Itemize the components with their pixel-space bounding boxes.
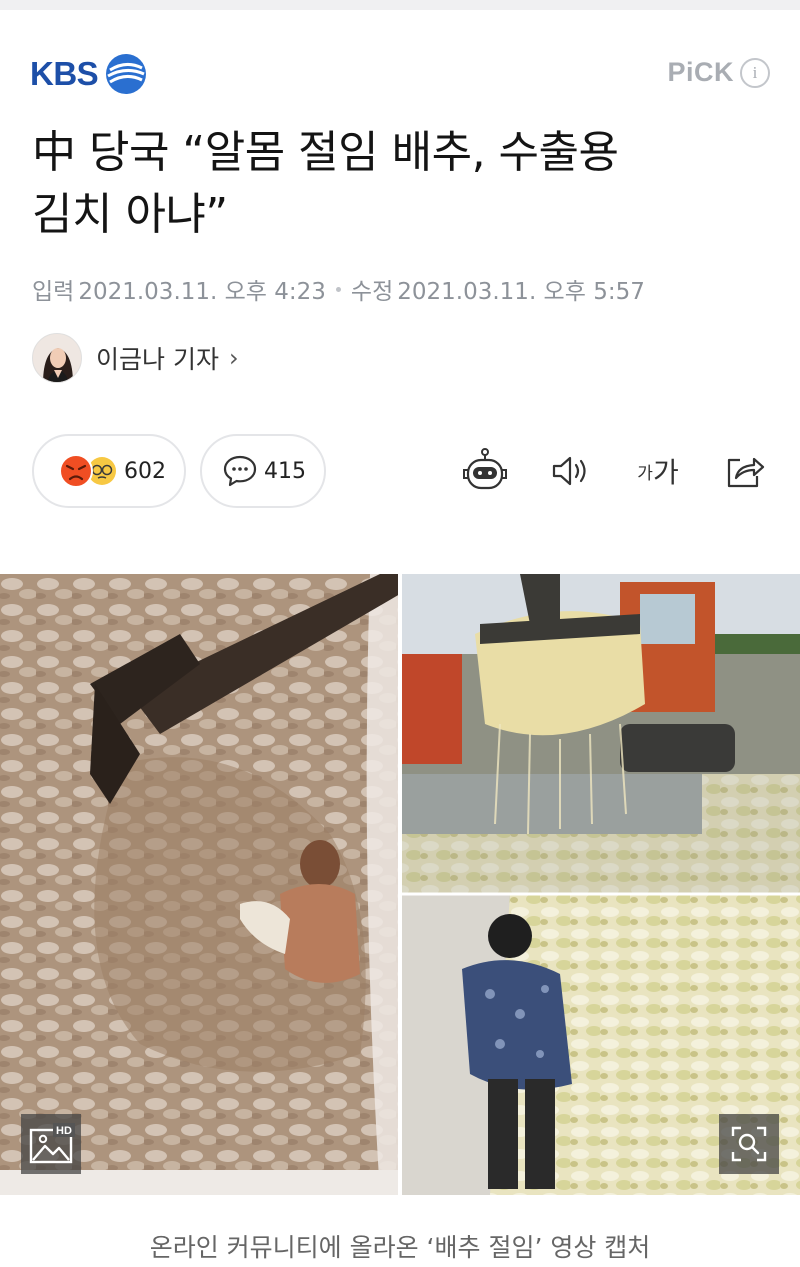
reaction-count: 602 xyxy=(124,458,166,484)
font-size-button[interactable]: 가 가 xyxy=(630,446,686,496)
hd-label: HD xyxy=(56,1125,72,1137)
share-icon xyxy=(727,457,765,488)
reporter-photo-icon xyxy=(33,334,81,382)
font-size-small-icon: 가 xyxy=(637,463,653,484)
edit-time: 2021.03.11. 오후 5:57 xyxy=(397,279,645,305)
zoom-search-icon xyxy=(731,1126,767,1162)
article-headline: 中 당국 “알몸 절임 배추, 수출용 김치 아냐” xyxy=(32,122,772,246)
chevron-right-icon: › xyxy=(228,344,239,372)
speaker-icon xyxy=(552,456,586,486)
meta-separator xyxy=(335,286,341,292)
article-photo[interactable] xyxy=(0,574,800,1195)
pick-badge[interactable]: PiCK i xyxy=(667,57,770,88)
kbs-emblem-icon xyxy=(106,54,147,94)
comment-count: 415 xyxy=(264,458,306,484)
hd-image-button[interactable]: HD xyxy=(21,1114,81,1174)
comment-bubble-icon xyxy=(223,455,257,487)
robot-icon xyxy=(463,448,507,490)
hd-image-icon: HD xyxy=(29,1123,75,1164)
input-label: 입력 xyxy=(32,279,75,305)
pick-label: PiCK xyxy=(667,57,734,87)
zoom-image-button[interactable] xyxy=(719,1114,779,1174)
photo-caption: 온라인 커뮤니티에 올라온 ‘배추 절임’ 영상 캡처 xyxy=(149,1233,651,1262)
angry-emoji-icon xyxy=(59,454,116,488)
summary-bot-button[interactable] xyxy=(460,446,510,496)
reporter-name: 이금나 기자 xyxy=(96,345,219,374)
font-size-large-icon: 가 xyxy=(652,456,679,489)
comments-button[interactable]: 415 xyxy=(200,434,326,508)
text-to-speech-button[interactable] xyxy=(546,446,596,496)
brand-name: KBS xyxy=(30,55,99,92)
headline-line-2: 김치 아냐” xyxy=(32,189,228,240)
info-icon[interactable]: i xyxy=(740,57,770,88)
status-bar-strip xyxy=(0,0,800,10)
kbs-logo[interactable]: KBS xyxy=(30,52,148,96)
reactions-button[interactable]: 602 xyxy=(32,434,186,508)
input-time: 2021.03.11. 오후 4:23 xyxy=(78,279,326,305)
edit-label: 수정 xyxy=(350,279,394,305)
article-timestamps: 입력 2021.03.11. 오후 4:23 수정 2021.03.11. 오후… xyxy=(32,272,645,306)
headline-line-1: 中 당국 “알몸 절임 배추, 수출용 xyxy=(32,127,619,178)
reporter-avatar xyxy=(32,333,82,383)
share-button[interactable] xyxy=(720,446,770,496)
reporter-link[interactable]: 이금나 기자 › xyxy=(32,333,239,383)
